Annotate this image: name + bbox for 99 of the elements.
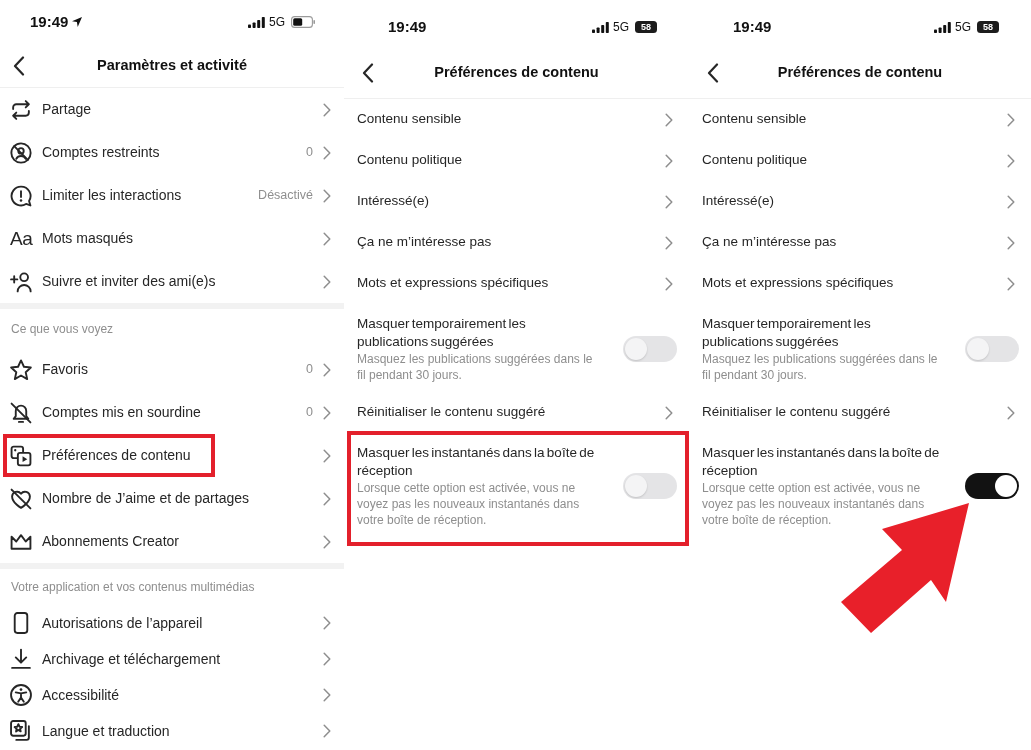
add-user-icon xyxy=(10,270,32,293)
menu-item[interactable]: Abonnements Creator xyxy=(0,520,344,563)
chevron-left-icon xyxy=(13,55,25,76)
bell-off-icon xyxy=(10,401,32,424)
menu-item[interactable]: Intéressé(e) xyxy=(689,181,1031,222)
setting-description: Lorsque cette option est activée, vous ne voyez pas les nouveaux instantanés dans votre boîte de réception. xyxy=(702,480,926,528)
chevron-right-icon xyxy=(323,188,331,203)
chevron-right-icon xyxy=(323,491,331,506)
accessibility-icon xyxy=(10,684,32,706)
menu-item[interactable]: Suivre et inviter des ami(e)s xyxy=(0,260,344,303)
back-button[interactable] xyxy=(362,62,374,84)
menu-item[interactable]: Comptes mis en sourdine 0 xyxy=(0,391,344,434)
battery-indicator: 58 xyxy=(977,21,999,33)
menu-item[interactable]: Intéressé(e) xyxy=(344,181,689,222)
menu-item[interactable]: Ça ne m’intéresse pas xyxy=(689,222,1031,263)
star-icon xyxy=(10,358,32,381)
status-time: 19:49 xyxy=(733,16,772,37)
setting-title: Masquer les instantanés dans la boîte de réception xyxy=(702,444,941,480)
repeat-icon xyxy=(10,98,32,121)
chevron-right-icon xyxy=(323,274,331,289)
toggle-switch[interactable] xyxy=(965,336,1019,362)
chevron-left-icon xyxy=(362,63,374,83)
chevron-right-icon xyxy=(665,276,673,291)
network-type: 5G xyxy=(955,19,971,36)
screen-title: Préférences de contenu xyxy=(776,63,944,83)
menu-item[interactable]: Préférences de contenu xyxy=(0,434,344,477)
menu-item[interactable]: Limiter les interactions Désactivé xyxy=(0,174,344,217)
chevron-right-icon xyxy=(1007,276,1015,291)
section-heading: Votre application et vos contenus multimédias xyxy=(11,579,255,596)
network-type: 5G xyxy=(269,14,285,31)
menu-item[interactable]: Contenu sensible xyxy=(344,99,689,140)
toggle-switch[interactable] xyxy=(623,336,677,362)
chevron-right-icon xyxy=(323,534,331,549)
heart-off-icon xyxy=(10,487,32,510)
setting-title: Masquer temporairement les publications suggérées xyxy=(702,315,872,351)
back-button[interactable] xyxy=(13,54,25,77)
chevron-right-icon xyxy=(323,616,331,630)
user-slash-icon xyxy=(10,141,32,164)
menu-item[interactable]: Contenu politique xyxy=(689,140,1031,181)
menu-item[interactable]: Mots et expressions spécifiques xyxy=(689,263,1031,304)
screen-title: Préférences de contenu xyxy=(433,63,600,83)
menu-item[interactable]: Réinitialiser le contenu suggéré xyxy=(344,392,689,433)
chevron-right-icon xyxy=(323,145,331,160)
menu-item[interactable]: Mots et expressions spécifiques xyxy=(344,263,689,304)
menu-item[interactable]: Réinitialiser le contenu suggéré xyxy=(689,392,1031,433)
setting-description: Lorsque cette option est activée, vous ne voyez pas les nouveaux instantanés dans votre boîte de réception. xyxy=(357,480,581,528)
menu-item[interactable]: Contenu sensible xyxy=(689,99,1031,140)
chevron-left-icon xyxy=(707,63,719,83)
chevron-right-icon xyxy=(323,102,331,117)
chevron-right-icon xyxy=(1007,112,1015,127)
menu-item[interactable]: Aa Mots masqués xyxy=(0,217,344,260)
chevron-right-icon xyxy=(665,153,673,168)
chevron-right-icon xyxy=(323,362,331,377)
toggle-switch[interactable] xyxy=(623,473,677,499)
download-icon xyxy=(10,648,32,670)
menu-item[interactable]: Accessibilité xyxy=(0,677,344,713)
setting-title: Masquer temporairement les publications suggérées xyxy=(357,315,527,351)
menu-item[interactable]: Partage xyxy=(0,88,344,131)
chevron-right-icon xyxy=(665,405,673,420)
signal-icon xyxy=(248,16,265,28)
back-button[interactable] xyxy=(707,62,719,84)
menu-item[interactable]: Favoris 0 xyxy=(0,348,344,391)
signal-icon xyxy=(934,21,951,33)
status-time: 19:49 xyxy=(388,16,427,37)
menu-item[interactable]: Ça ne m’intéresse pas xyxy=(344,222,689,263)
alert-bubble-icon xyxy=(10,184,32,207)
battery-indicator: 58 xyxy=(635,21,657,33)
menu-item[interactable]: Langue et traduction xyxy=(0,713,344,749)
chevron-right-icon xyxy=(323,405,331,420)
chevron-right-icon xyxy=(323,724,331,738)
menu-item[interactable]: Archivage et téléchargement xyxy=(0,641,344,677)
status-time: 19:49 xyxy=(30,11,69,32)
chevron-right-icon xyxy=(665,112,673,127)
screen-title: Paramètres et activité xyxy=(96,55,248,75)
section-heading: Ce que vous voyez xyxy=(11,320,114,338)
menu-item[interactable]: Nombre de J’aime et de partages xyxy=(0,477,344,520)
network-type: 5G xyxy=(613,19,629,36)
font-icon: Aa xyxy=(10,227,32,250)
chevron-right-icon xyxy=(323,688,331,702)
signal-icon xyxy=(592,21,609,33)
chevron-right-icon xyxy=(323,448,331,463)
chevron-right-icon xyxy=(323,231,331,246)
menu-item[interactable]: Comptes restreints 0 xyxy=(0,131,344,174)
menu-item[interactable]: Autorisations de l’appareil xyxy=(0,605,344,641)
chevron-right-icon xyxy=(1007,405,1015,420)
chevron-right-icon xyxy=(1007,153,1015,168)
menu-item[interactable]: Contenu politique xyxy=(344,140,689,181)
translate-icon xyxy=(10,720,32,742)
setting-description: Masquez les publications suggérées dans le fil pendant 30 jours. xyxy=(702,351,939,383)
chevron-right-icon xyxy=(1007,235,1015,250)
chevron-right-icon xyxy=(1007,194,1015,209)
chevron-right-icon xyxy=(323,652,331,666)
setting-description: Masquez les publications suggérées dans le fil pendant 30 jours. xyxy=(357,351,594,383)
toggle-switch[interactable] xyxy=(965,473,1019,499)
battery-icon xyxy=(291,16,315,28)
chevron-right-icon xyxy=(665,235,673,250)
setting-title: Masquer les instantanés dans la boîte de réception xyxy=(357,444,596,480)
media-play-icon xyxy=(10,444,32,467)
chevron-right-icon xyxy=(665,194,673,209)
